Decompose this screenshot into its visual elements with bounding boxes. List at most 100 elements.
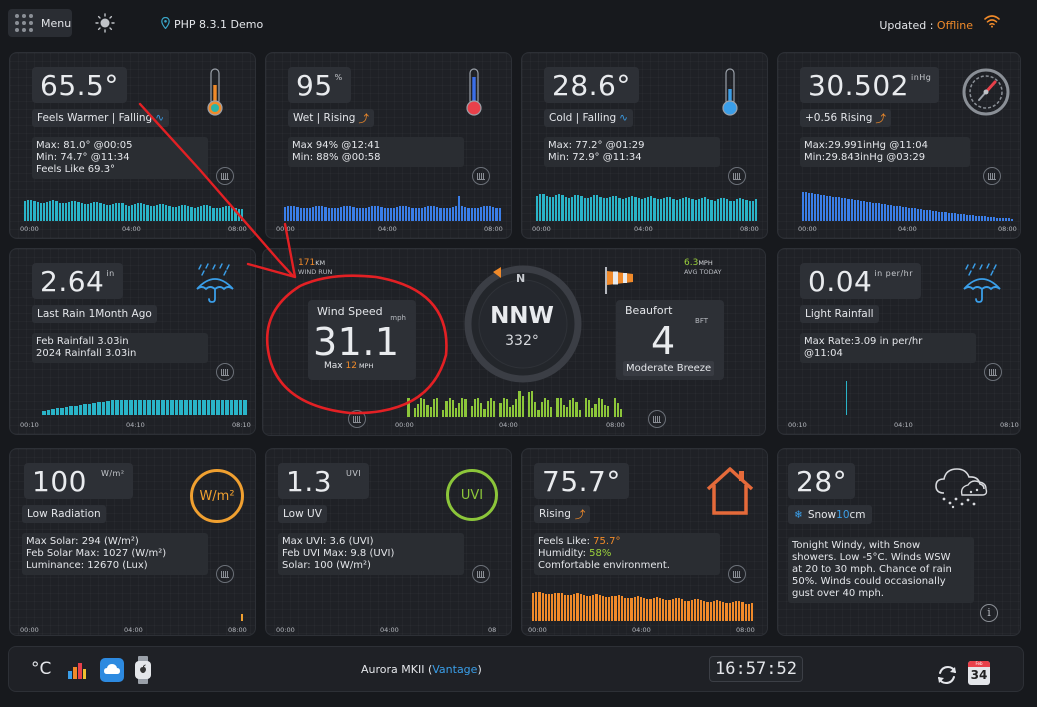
chart-bar xyxy=(627,196,631,221)
chart-bar xyxy=(677,598,681,621)
forecast-value: 28° xyxy=(788,463,856,499)
chart-button[interactable] xyxy=(216,565,234,583)
chart-bar xyxy=(585,596,589,621)
chart-button[interactable] xyxy=(216,167,234,185)
chart-bar xyxy=(713,200,716,221)
chart-bar xyxy=(152,205,155,221)
temperature-status: Feels Warmer | Falling ∿ xyxy=(32,109,169,127)
chart-bar xyxy=(392,207,395,221)
forecast-snow: ❄ Snow 10 cm xyxy=(788,505,872,524)
chart-bar xyxy=(495,207,498,221)
chart-bar xyxy=(604,405,607,417)
chart-bar xyxy=(183,399,188,415)
chart-bar xyxy=(515,398,518,417)
cloud-icon[interactable] xyxy=(100,658,124,682)
windsock-icon xyxy=(605,267,633,294)
chart-button[interactable] xyxy=(472,565,490,583)
chart-bar xyxy=(299,207,302,221)
chart-button[interactable] xyxy=(648,410,666,428)
chart-bar xyxy=(193,207,196,221)
chart-bar xyxy=(358,208,361,221)
chart-bar xyxy=(704,197,707,221)
theme-toggle-icon[interactable] xyxy=(95,13,115,33)
chart-bar xyxy=(108,204,111,221)
chart-bar xyxy=(237,209,240,221)
rainrate-value: 0.04 in per/hr xyxy=(800,263,922,299)
chart-bar xyxy=(847,198,850,221)
chart-bar xyxy=(352,206,355,221)
chart-bar xyxy=(671,599,674,621)
temperature-info: Max: 81.0° @00:05 Min: 74.7° @11:34 Feels … xyxy=(32,137,208,179)
chart-bar xyxy=(479,206,482,221)
chart-bar xyxy=(656,199,659,221)
chart-bar xyxy=(220,399,225,415)
chart-bar xyxy=(899,206,902,221)
chart-bar xyxy=(956,213,959,221)
dewpoint-status: Cold | Falling ∿ xyxy=(544,109,633,127)
refresh-icon[interactable] xyxy=(936,664,958,686)
chart-bar xyxy=(130,205,133,221)
chart-bar xyxy=(647,196,650,221)
chart-bar xyxy=(505,399,508,417)
chart-bar xyxy=(115,202,118,221)
humidity-chart xyxy=(284,193,502,221)
apple-watch-icon[interactable] xyxy=(133,656,153,684)
chart-bar xyxy=(980,216,983,221)
chart-button[interactable] xyxy=(984,363,1002,381)
chart-bar xyxy=(929,210,932,221)
chart-bar xyxy=(631,195,634,221)
wifi-icon xyxy=(984,15,1000,28)
chart-bar xyxy=(688,197,691,221)
chart-bar xyxy=(473,208,476,221)
menu-button[interactable]: Menu xyxy=(8,9,72,37)
chart-bar xyxy=(209,206,212,221)
chart-bar xyxy=(42,202,45,221)
chart-bar xyxy=(814,193,817,221)
chart-bar xyxy=(133,399,138,415)
chart-bar xyxy=(417,208,420,221)
chart-button[interactable] xyxy=(728,565,746,583)
chart-button[interactable] xyxy=(348,410,366,428)
chart-bar xyxy=(174,399,179,415)
unit-toggle-button[interactable]: °C xyxy=(31,659,51,679)
chart-bar xyxy=(611,596,614,621)
chart-bar xyxy=(538,591,541,621)
dewpoint-info: Max: 77.2° @01:29 Min: 72.9° @11:34 xyxy=(544,137,720,167)
chart-bar xyxy=(133,204,137,221)
bar-chart-icon[interactable] xyxy=(66,659,88,681)
forecast-text: Tonight Windy, with Snow showers. Low -5°… xyxy=(788,537,974,603)
wind-chart xyxy=(401,391,623,417)
info-icon[interactable]: i xyxy=(980,604,998,622)
chart-bar xyxy=(374,205,377,221)
chart-bar xyxy=(159,203,162,221)
chart-button[interactable] xyxy=(472,167,490,185)
chart-bar xyxy=(27,199,30,221)
chart-button[interactable] xyxy=(216,363,234,381)
thermometer-icon xyxy=(466,68,482,116)
chart-button[interactable] xyxy=(728,167,746,185)
chart-bar xyxy=(548,197,551,221)
chart-bar xyxy=(735,601,738,621)
chart-bar xyxy=(856,200,859,221)
chart-bar xyxy=(914,208,917,221)
chart-bar xyxy=(429,406,432,417)
temperature-chart xyxy=(24,193,244,221)
chart-bar xyxy=(627,598,630,621)
chart-bar xyxy=(442,409,445,417)
chart-bar xyxy=(596,195,599,221)
chart-bar xyxy=(748,201,751,221)
chart-bar xyxy=(543,397,546,417)
chart-button[interactable] xyxy=(983,167,1001,185)
chart-bar xyxy=(174,206,177,221)
chart-bar xyxy=(723,197,726,221)
snow-cloud-icon xyxy=(935,468,988,509)
solar-value: 100 W/m² xyxy=(24,463,133,499)
chart-bar xyxy=(426,404,429,417)
chart-bar xyxy=(105,204,108,221)
chart-bar xyxy=(646,599,649,621)
chart-bar xyxy=(605,198,608,221)
chart-bar xyxy=(845,381,848,415)
chart-bar xyxy=(608,196,612,221)
calendar-icon[interactable]: Feb 34 xyxy=(968,661,990,685)
chart-bar xyxy=(832,196,835,221)
